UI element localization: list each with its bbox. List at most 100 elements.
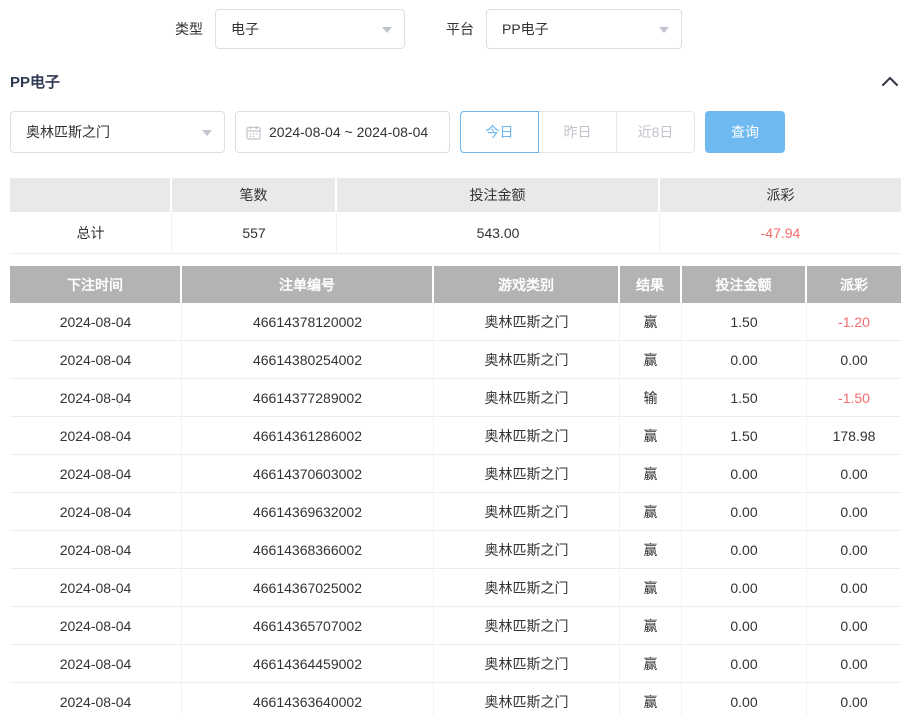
bet-time-cell: 2024-08-04 — [10, 607, 182, 645]
result-cell: 赢 — [620, 683, 682, 715]
header-result: 结果 — [620, 266, 682, 303]
result-cell: 赢 — [620, 645, 682, 683]
header-bet-amount: 投注金额 — [682, 266, 807, 303]
date-range-input[interactable]: 2024-08-04 ~ 2024-08-04 — [235, 111, 450, 153]
type-select[interactable]: 电子 — [215, 9, 405, 49]
bet-amount-cell: 0.00 — [682, 683, 807, 715]
bet-id-cell: 46614361286002 — [182, 417, 434, 455]
payout-cell: -1.50 — [807, 379, 901, 417]
last-8-days-button[interactable]: 近8日 — [616, 111, 695, 153]
section-title: PP电子 — [10, 71, 60, 92]
game-type-cell: 奥林匹斯之门 — [434, 607, 620, 645]
game-type-cell: 奥林匹斯之门 — [434, 303, 620, 341]
bet-id-cell: 46614367025002 — [182, 569, 434, 607]
bet-amount-cell: 1.50 — [682, 303, 807, 341]
bets-table-body: 2024-08-0446614378120002奥林匹斯之门赢1.50-1.20… — [10, 303, 901, 715]
bet-amount-cell: 0.00 — [682, 645, 807, 683]
bet-amount-cell: 1.50 — [682, 417, 807, 455]
bet-id-cell: 46614364459002 — [182, 645, 434, 683]
today-button[interactable]: 今日 — [460, 111, 539, 153]
bet-amount-cell: 0.00 — [682, 455, 807, 493]
game-select[interactable]: 奥林匹斯之门 — [10, 111, 225, 153]
chevron-down-icon — [659, 27, 669, 33]
header-payout: 派彩 — [807, 266, 901, 303]
result-cell: 赢 — [620, 531, 682, 569]
result-cell: 赢 — [620, 341, 682, 379]
table-row: 2024-08-0446614365707002奥林匹斯之门赢0.000.00 — [10, 607, 901, 645]
table-row: 2024-08-0446614364459002奥林匹斯之门赢0.000.00 — [10, 645, 901, 683]
result-cell: 赢 — [620, 417, 682, 455]
bet-id-cell: 46614378120002 — [182, 303, 434, 341]
summary-header-count: 笔数 — [172, 178, 337, 212]
bet-amount-cell: 0.00 — [682, 569, 807, 607]
top-filter-bar: 类型 电子 平台 PP电子 — [175, 0, 911, 49]
bet-amount-cell: 0.00 — [682, 341, 807, 379]
chevron-down-icon — [382, 27, 392, 33]
game-type-cell: 奥林匹斯之门 — [434, 455, 620, 493]
table-row: 2024-08-0446614361286002奥林匹斯之门赢1.50178.9… — [10, 417, 901, 455]
type-select-value: 电子 — [231, 19, 259, 39]
game-type-cell: 奥林匹斯之门 — [434, 417, 620, 455]
table-row: 2024-08-0446614367025002奥林匹斯之门赢0.000.00 — [10, 569, 901, 607]
bet-time-cell: 2024-08-04 — [10, 455, 182, 493]
summary-total-row: 总计 557 543.00 -47.94 — [10, 212, 901, 254]
game-type-cell: 奥林匹斯之门 — [434, 493, 620, 531]
game-type-cell: 奥林匹斯之门 — [434, 341, 620, 379]
game-type-cell: 奥林匹斯之门 — [434, 379, 620, 417]
header-bet-time: 下注时间 — [10, 266, 182, 303]
platform-select[interactable]: PP电子 — [486, 9, 682, 49]
bet-time-cell: 2024-08-04 — [10, 683, 182, 715]
table-row: 2024-08-0446614370603002奥林匹斯之门赢0.000.00 — [10, 455, 901, 493]
game-type-cell: 奥林匹斯之门 — [434, 569, 620, 607]
search-button[interactable]: 查询 — [705, 111, 785, 153]
table-row: 2024-08-0446614377289002奥林匹斯之门输1.50-1.50 — [10, 379, 901, 417]
section-header: PP电子 — [0, 70, 911, 92]
bets-header-row: 下注时间 注单编号 游戏类别 结果 投注金额 派彩 — [10, 266, 901, 303]
bet-time-cell: 2024-08-04 — [10, 645, 182, 683]
result-cell: 赢 — [620, 607, 682, 645]
result-cell: 赢 — [620, 455, 682, 493]
payout-cell: 0.00 — [807, 645, 901, 683]
table-row: 2024-08-0446614378120002奥林匹斯之门赢1.50-1.20 — [10, 303, 901, 341]
summary-header-bet-amount: 投注金额 — [337, 178, 660, 212]
bet-amount-cell: 0.00 — [682, 531, 807, 569]
payout-cell: 0.00 — [807, 683, 901, 715]
game-type-cell: 奥林匹斯之门 — [434, 683, 620, 715]
payout-cell: 0.00 — [807, 493, 901, 531]
bet-time-cell: 2024-08-04 — [10, 379, 182, 417]
table-row: 2024-08-0446614380254002奥林匹斯之门赢0.000.00 — [10, 341, 901, 379]
payout-cell: 0.00 — [807, 569, 901, 607]
yesterday-button[interactable]: 昨日 — [538, 111, 617, 153]
bet-time-cell: 2024-08-04 — [10, 417, 182, 455]
platform-select-value: PP电子 — [502, 19, 549, 39]
date-range-value: 2024-08-04 ~ 2024-08-04 — [269, 124, 428, 140]
bet-id-cell: 46614377289002 — [182, 379, 434, 417]
bet-id-cell: 46614380254002 — [182, 341, 434, 379]
bet-id-cell: 46614370603002 — [182, 455, 434, 493]
table-row: 2024-08-0446614369632002奥林匹斯之门赢0.000.00 — [10, 493, 901, 531]
summary-total-label: 总计 — [10, 212, 172, 254]
payout-cell: 0.00 — [807, 607, 901, 645]
bet-time-cell: 2024-08-04 — [10, 303, 182, 341]
collapse-section-button[interactable] — [881, 75, 899, 87]
game-type-cell: 奥林匹斯之门 — [434, 645, 620, 683]
quick-date-button-group: 今日 昨日 近8日 — [460, 111, 695, 153]
summary-payout-value: -47.94 — [660, 212, 901, 254]
query-filter-bar: 奥林匹斯之门 2024-08-04 ~ 2024-08-04 今日 昨日 近8日… — [10, 111, 901, 153]
summary-header-payout: 派彩 — [660, 178, 901, 212]
table-row: 2024-08-0446614363640002奥林匹斯之门赢0.000.00 — [10, 683, 901, 715]
bet-id-cell: 46614369632002 — [182, 493, 434, 531]
chevron-down-icon — [202, 130, 212, 136]
game-select-value: 奥林匹斯之门 — [26, 122, 110, 142]
result-cell: 赢 — [620, 493, 682, 531]
header-game-type: 游戏类别 — [434, 266, 620, 303]
bets-table: 下注时间 注单编号 游戏类别 结果 投注金额 派彩 2024-08-044661… — [10, 266, 901, 715]
payout-cell: 0.00 — [807, 455, 901, 493]
summary-table: 笔数 投注金额 派彩 总计 557 543.00 -47.94 — [10, 178, 901, 254]
result-cell: 赢 — [620, 569, 682, 607]
chevron-up-icon — [881, 75, 899, 87]
summary-header-blank — [10, 178, 172, 212]
platform-filter-group: 平台 PP电子 — [446, 9, 682, 49]
bet-amount-cell: 0.00 — [682, 493, 807, 531]
result-cell: 输 — [620, 379, 682, 417]
